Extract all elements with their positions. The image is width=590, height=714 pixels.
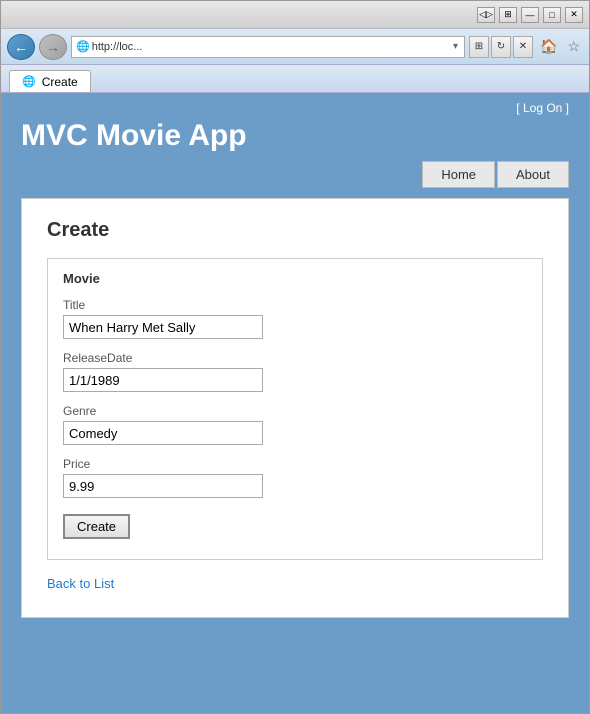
nav-bar: Home About xyxy=(21,161,569,198)
favorites-btn[interactable]: ⊞ xyxy=(469,36,489,58)
price-label: Price xyxy=(63,457,527,471)
back-to-list-link[interactable]: Back to List xyxy=(47,576,114,591)
title-bar: ◁▷ ⊞ — □ ✕ xyxy=(1,1,589,29)
releasedate-input[interactable] xyxy=(63,368,263,392)
page-title: Create xyxy=(47,219,543,242)
back-button[interactable]: ← xyxy=(7,34,35,60)
address-text: http://loc... xyxy=(92,41,449,53)
title-group: Title xyxy=(63,298,527,339)
search-dropdown[interactable]: ▾ xyxy=(451,41,460,52)
active-tab[interactable]: 🌐 Create xyxy=(9,70,91,92)
tabs-btn[interactable]: ⊞ xyxy=(499,7,517,23)
price-group: Price xyxy=(63,457,527,498)
title-input[interactable] xyxy=(63,315,263,339)
favorites-star-btn[interactable]: ☆ xyxy=(564,38,583,55)
form-section: Movie Title ReleaseDate Genre Pr xyxy=(47,258,543,560)
app-content: Create Movie Title ReleaseDate Genre xyxy=(1,198,589,638)
tab-label: Create xyxy=(42,75,78,89)
address-bar: ← → 🌐 http://loc... ▾ ⊞ ↻ ✕ 🏠 ☆ xyxy=(1,29,589,65)
maximize-btn[interactable]: □ xyxy=(543,7,561,23)
nav-about-button[interactable]: About xyxy=(497,161,569,188)
releasedate-group: ReleaseDate xyxy=(63,351,527,392)
genre-input[interactable] xyxy=(63,421,263,445)
price-input[interactable] xyxy=(63,474,263,498)
header-top: [ Log On ] xyxy=(21,101,569,115)
home-btn[interactable]: 🏠 xyxy=(537,38,560,55)
tab-bar: 🌐 Create xyxy=(1,65,589,93)
minimize-btn[interactable]: — xyxy=(521,7,539,23)
title-label: Title xyxy=(63,298,527,312)
app-header: [ Log On ] MVC Movie App Home About xyxy=(1,93,589,198)
forward-button[interactable]: → xyxy=(39,34,67,60)
genre-label: Genre xyxy=(63,404,527,418)
releasedate-label: ReleaseDate xyxy=(63,351,527,365)
genre-group: Genre xyxy=(63,404,527,445)
browser-window: ◁▷ ⊞ — □ ✕ ← → 🌐 http://loc... ▾ ⊞ ↻ ✕ 🏠… xyxy=(0,0,590,714)
address-field[interactable]: 🌐 http://loc... ▾ xyxy=(71,36,465,58)
page-icon: 🌐 xyxy=(76,40,90,53)
logon-link[interactable]: [ Log On ] xyxy=(516,101,569,115)
create-button[interactable]: Create xyxy=(63,514,130,539)
address-actions: ⊞ ↻ ✕ xyxy=(469,36,533,58)
app-wrapper: [ Log On ] MVC Movie App Home About Crea… xyxy=(1,93,589,713)
tab-favicon-icon: 🌐 xyxy=(22,75,36,88)
stop-btn[interactable]: ✕ xyxy=(513,36,533,58)
form-section-title: Movie xyxy=(63,271,527,286)
close-btn[interactable]: ✕ xyxy=(565,7,583,23)
nav-home-button[interactable]: Home xyxy=(422,161,495,188)
content-card: Create Movie Title ReleaseDate Genre xyxy=(21,198,569,618)
code-icon-btn[interactable]: ◁▷ xyxy=(477,7,495,23)
app-title: MVC Movie App xyxy=(21,119,569,153)
refresh-btn[interactable]: ↻ xyxy=(491,36,511,58)
